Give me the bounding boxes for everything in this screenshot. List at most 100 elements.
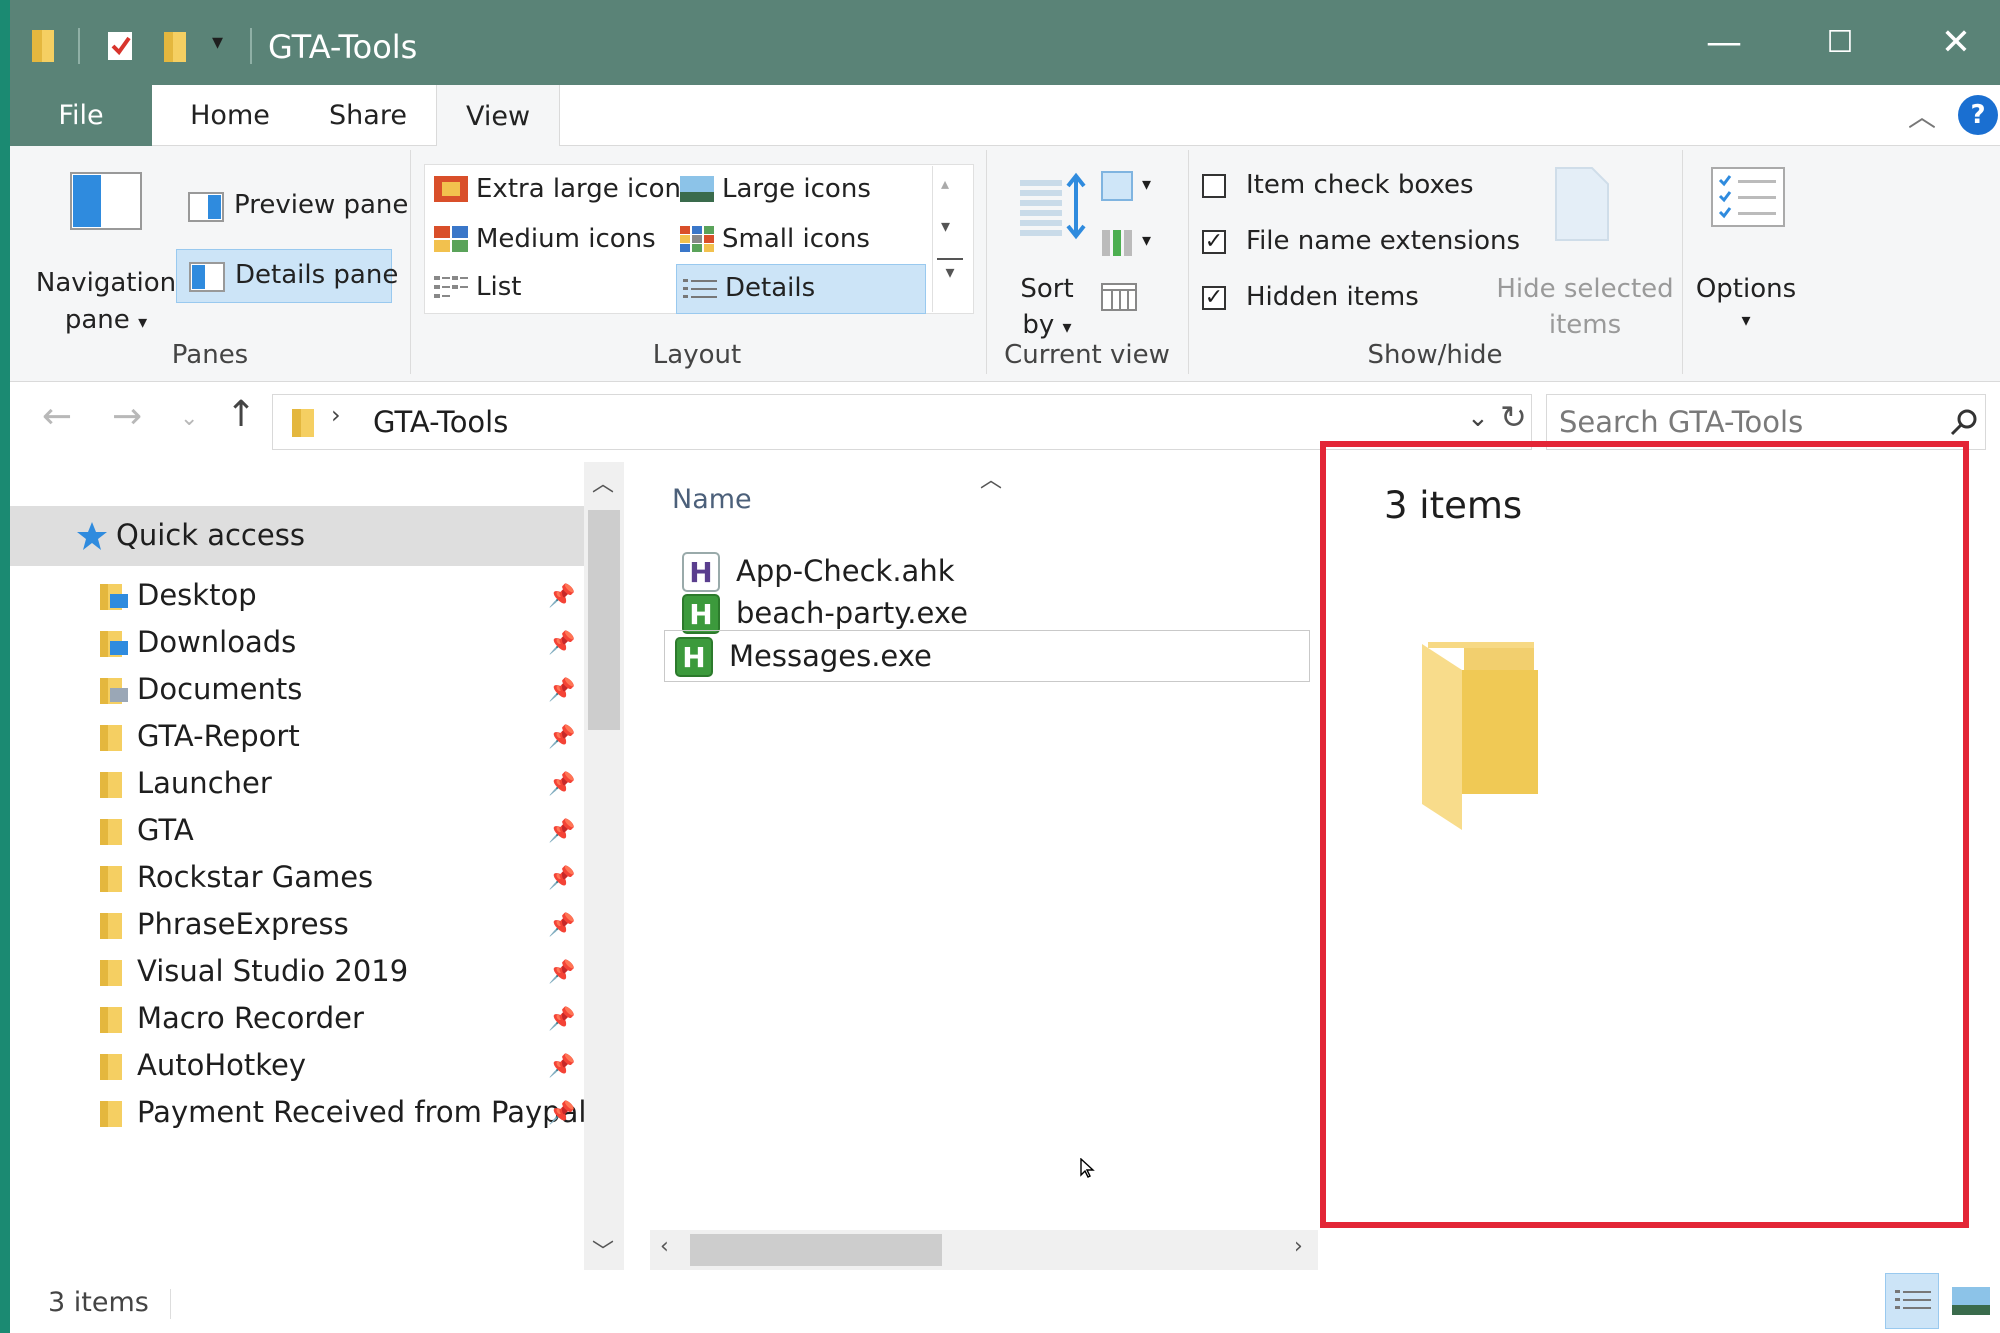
group-by-button[interactable]: ▾ [1098, 170, 1168, 210]
hidden-items-toggle[interactable]: ✓ Hidden items [1202, 278, 1502, 322]
details-pane-icon [189, 262, 225, 292]
pin-icon[interactable]: 📌 [548, 960, 575, 985]
pin-icon[interactable]: 📌 [548, 678, 575, 703]
details-view-icon [683, 279, 717, 298]
sidebar-item-label: Macro Recorder [137, 1001, 364, 1035]
scroll-right-icon[interactable]: › [1294, 1234, 1303, 1259]
file-name-extensions-toggle[interactable]: ✓ File name extensions [1202, 222, 1520, 266]
help-icon[interactable]: ? [1958, 95, 1998, 135]
large-icons-label: Large icons [722, 174, 871, 204]
extra-large-icons-option[interactable]: Extra large icons [432, 168, 695, 214]
add-columns-icon [1102, 230, 1132, 256]
scroll-left-icon[interactable]: ‹ [660, 1234, 669, 1259]
pin-icon[interactable]: 📌 [548, 1054, 575, 1079]
ribbon-group-current-view: Sort by ▾ ▾ ▾ Current view [988, 146, 1186, 382]
small-icons-option[interactable]: Small icons [678, 218, 918, 264]
refresh-icon[interactable]: ↻ [1500, 398, 1527, 436]
scroll-up-icon[interactable]: ︿ [592, 466, 614, 498]
nav-scrollbar[interactable]: ︿ ﹀ [584, 462, 624, 1270]
new-folder-icon[interactable] [160, 24, 190, 64]
sidebar-item-label: Launcher [137, 766, 272, 800]
sidebar-item-label: Visual Studio 2019 [137, 954, 409, 988]
item-check-boxes-checkbox[interactable] [1202, 174, 1226, 198]
breadcrumb-chevron-icon[interactable]: › [331, 401, 341, 429]
medium-icons-label: Medium icons [476, 224, 656, 254]
scroll-up-icon[interactable]: ▴ [941, 174, 949, 193]
details-view-option[interactable]: Details [676, 264, 926, 314]
nav-scroll-thumb[interactable] [588, 510, 620, 730]
tab-home[interactable]: Home [160, 85, 300, 146]
pin-icon[interactable]: 📌 [548, 913, 575, 938]
maximize-button[interactable]: ☐ [1782, 0, 1898, 85]
file-explorer-window: ▾ GTA-Tools — ☐ ✕ File Home Share View ︿… [10, 0, 2000, 1333]
navigation-pane-button[interactable]: Navigation pane ▾ [32, 160, 180, 360]
hide-selected-items-button[interactable]: Hide selected items [1496, 166, 1674, 346]
search-icon[interactable] [1949, 407, 1979, 437]
properties-icon[interactable] [104, 24, 140, 64]
chevron-down-icon: ▾ [1142, 174, 1152, 195]
layout-gallery-scroll[interactable]: ▴ ▾ ▾ [932, 166, 968, 312]
sidebar-item-payment-received-from-paypal[interactable]: Payment Received from Paypal 📌 [10, 1083, 586, 1143]
large-icons-option[interactable]: Large icons [678, 168, 918, 214]
details-view-icon [1895, 1290, 1931, 1309]
pin-icon[interactable]: 📌 [548, 584, 575, 609]
pin-icon[interactable]: 📌 [548, 1007, 575, 1032]
file-name-extensions-label: File name extensions [1246, 226, 1521, 256]
collapse-ribbon-icon[interactable]: ︿ [1908, 95, 1936, 135]
preview-pane-button[interactable]: Preview pane [176, 182, 408, 232]
column-header-name[interactable]: Name [672, 484, 752, 515]
back-arrow-icon[interactable]: ← [42, 396, 72, 437]
pin-icon[interactable]: 📌 [548, 819, 575, 844]
large-icons-view-toggle[interactable] [1944, 1273, 1998, 1329]
medium-icons-option[interactable]: Medium icons [432, 218, 672, 264]
options-button[interactable]: Options ▾ [1684, 166, 1808, 346]
address-dropdown-icon[interactable]: ⌄ [1467, 403, 1489, 433]
highlight-box [1320, 441, 1969, 1228]
more-layouts-icon[interactable]: ▾ [937, 258, 963, 298]
chevron-down-icon: ▾ [1741, 310, 1751, 331]
scroll-down-icon[interactable]: ﹀ [592, 1234, 614, 1266]
medium-icons-icon [434, 226, 468, 252]
quick-access-item[interactable]: Quick access [10, 506, 584, 566]
add-columns-button[interactable]: ▾ [1098, 226, 1168, 266]
pin-icon[interactable]: 📌 [548, 1101, 575, 1126]
sort-by-button[interactable]: Sort by ▾ [1002, 166, 1092, 346]
pin-icon[interactable]: 📌 [548, 631, 575, 656]
horizontal-scroll-thumb[interactable] [690, 1234, 942, 1266]
sort-by-text: by [1022, 310, 1055, 340]
list-option[interactable]: List [432, 266, 672, 312]
hidden-items-checkbox[interactable]: ✓ [1202, 286, 1226, 310]
file-name-extensions-checkbox[interactable]: ✓ [1202, 230, 1226, 254]
file-row[interactable]: H Messages.exe [664, 630, 1310, 682]
item-check-boxes-toggle[interactable]: Item check boxes [1202, 166, 1502, 210]
details-view-toggle[interactable] [1885, 1273, 1939, 1329]
pin-icon[interactable]: 📌 [548, 866, 575, 891]
hide-selected-label: Hide selected [1496, 274, 1674, 304]
pin-icon[interactable]: 📌 [548, 725, 575, 750]
ribbon-separator [986, 150, 987, 374]
folder-icon [100, 772, 122, 798]
tab-file[interactable]: File [10, 85, 152, 146]
minimize-button[interactable]: — [1666, 0, 1782, 85]
search-input[interactable]: Search GTA-Tools [1559, 405, 1803, 439]
sidebar-item-label: PhraseExpress [137, 907, 349, 941]
forward-arrow-icon[interactable]: → [112, 396, 142, 437]
small-icons-icon [680, 226, 714, 252]
file-name: App-Check.ahk [736, 554, 955, 588]
details-pane-button[interactable]: Details pane [176, 249, 398, 303]
size-columns-button[interactable] [1098, 280, 1142, 320]
hide-selected-label-2: items [1548, 310, 1622, 340]
breadcrumb-gta-tools[interactable]: GTA-Tools [373, 405, 508, 439]
ribbon-separator [410, 150, 411, 374]
close-button[interactable]: ✕ [1898, 0, 2000, 85]
customize-quick-access-icon[interactable]: ▾ [212, 30, 223, 55]
pin-icon[interactable]: 📌 [548, 772, 575, 797]
scroll-down-icon[interactable]: ▾ [941, 216, 950, 237]
tab-view[interactable]: View [436, 85, 560, 147]
up-arrow-icon[interactable]: ↑ [226, 394, 256, 435]
horizontal-scrollbar[interactable]: ‹ › [650, 1230, 1318, 1270]
tab-share[interactable]: Share [302, 85, 434, 146]
size-columns-icon [1101, 283, 1137, 311]
recent-locations-icon[interactable]: ⌄ [180, 406, 198, 431]
ribbon-separator [1682, 150, 1683, 374]
